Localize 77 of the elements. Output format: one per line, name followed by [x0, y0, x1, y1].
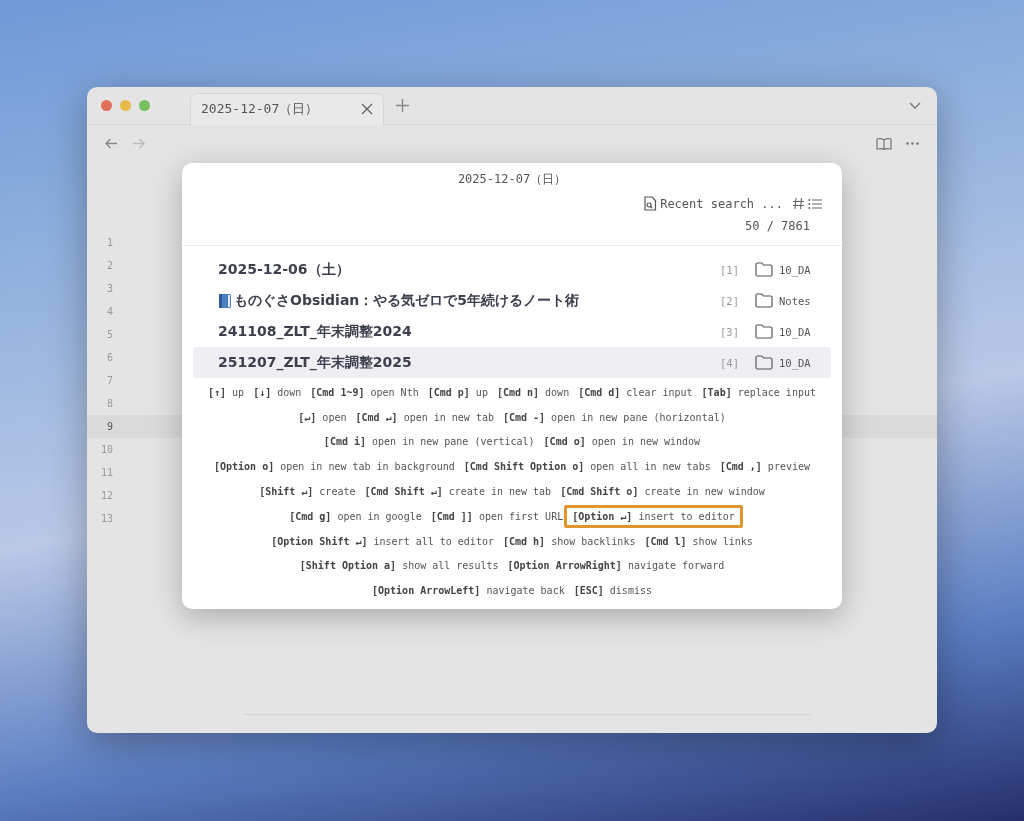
tab[interactable]: 2025-12-07（日）	[190, 92, 384, 125]
result-count: 50 / 7861	[744, 219, 810, 233]
book-icon[interactable]	[876, 136, 892, 150]
shortcut-hint: [Cmd d] clear input	[578, 386, 693, 398]
line-number: 6	[105, 352, 113, 363]
folder-name: 10_DA	[779, 356, 812, 369]
folder-name: Notes	[779, 294, 812, 307]
shortcut-hint: [Cmd o] open in new window	[543, 436, 701, 448]
zoom-window-icon[interactable]	[139, 100, 150, 111]
recent-search-label[interactable]: Recent search ...	[660, 196, 783, 211]
shortcut-hint: [Cmd p] up	[427, 386, 488, 398]
shortcut-hint: [Cmd Shift Option o] open all in new tabs	[463, 461, 711, 473]
line-number: 9	[105, 421, 113, 432]
result-item[interactable]: ものぐさObsidian：やる気ゼロで5年続けるノート術 [2] Notes	[193, 285, 831, 316]
folder-name: 10_DA	[779, 325, 812, 338]
close-icon[interactable]	[361, 103, 373, 115]
shortcut-hint: [Shift Option a] show all results	[299, 560, 499, 572]
shortcut-hint: [Option ArrowLeft] navigate back	[372, 585, 565, 597]
result-item[interactable]: 2025-12-06（土） [1] 10_DA	[193, 254, 831, 285]
plus-icon[interactable]	[396, 99, 409, 112]
tab-title: 2025-12-07（日）	[201, 100, 320, 118]
shortcut-hint: [Cmd Shift o] create in new window	[560, 486, 765, 498]
shortcut-hint: [↓] down	[253, 386, 302, 398]
result-index: [4]	[720, 356, 739, 369]
shortcut-hint: [Cmd l] show links	[644, 535, 753, 547]
shortcut-hint: [Cmd Shift ↵] create in new tab	[364, 486, 552, 498]
shortcut-hint: [Cmd ↵] open in new tab	[355, 411, 494, 423]
folder-icon	[755, 324, 773, 339]
line-number: 13	[99, 513, 113, 524]
shortcut-hint: [↵] open	[298, 411, 347, 423]
result-title: ものぐさObsidian：やる気ゼロで5年続けるノート術	[234, 291, 581, 310]
result-index: [3]	[720, 325, 739, 338]
line-number: 10	[99, 444, 113, 455]
shortcut-hint: [Tab] replace input	[701, 386, 816, 398]
hashtag-icon[interactable]	[792, 197, 805, 210]
list-icon[interactable]	[808, 197, 822, 210]
file-search-icon[interactable]	[643, 196, 658, 211]
shortcut-hint: [Option o] open in new tab in background	[214, 461, 455, 473]
shortcut-hint: [Option ArrowRight] navigate forward	[507, 560, 725, 572]
shortcut-hint: [Cmd g] open in google	[289, 510, 422, 522]
line-number: 12	[99, 490, 113, 501]
shortcut-hint: [Cmd ,] preview	[719, 461, 810, 473]
shortcut-hint: [Option ↵] insert to editor	[564, 504, 743, 528]
line-number: 1	[105, 237, 113, 248]
shortcut-hint: [Cmd h] show backlinks	[502, 535, 636, 547]
result-item[interactable]: 241108_ZLT_年末調整2024 [3] 10_DA	[193, 316, 831, 347]
back-arrow-icon[interactable]	[105, 137, 118, 149]
search-field[interactable]: 2025-12-07（日）	[457, 171, 567, 188]
folder-icon	[755, 355, 773, 370]
result-index: [2]	[720, 294, 739, 307]
chevron-down-icon[interactable]	[909, 101, 921, 110]
shortcut-hint: [Option Shift ↵] insert all to editor	[271, 535, 494, 547]
more-icon[interactable]	[906, 141, 919, 145]
result-title: 2025-12-06（土）	[218, 260, 351, 279]
shortcut-hint: [Cmd 1~9] open Nth	[310, 386, 419, 398]
folder-icon	[755, 262, 773, 277]
shortcut-hint: [Shift ↵] create	[259, 486, 356, 498]
line-number: 2	[105, 260, 113, 271]
shortcut-hint: [↑] up	[208, 386, 245, 398]
shortcut-hint: [Cmd i] open in new pane (vertical)	[323, 436, 535, 448]
shortcut-hint: [Cmd -] open in new pane (horizontal)	[502, 411, 726, 423]
line-number: 11	[99, 467, 113, 478]
shortcut-hint: [Cmd n] down	[496, 386, 570, 398]
close-window-icon[interactable]	[101, 100, 112, 111]
line-number: 4	[105, 306, 113, 317]
result-item[interactable]: 251207_ZLT_年末調整2025 [4] 10_DA	[193, 347, 831, 378]
folder-icon	[755, 293, 773, 308]
line-number: 3	[105, 283, 113, 294]
folder-name: 10_DA	[779, 263, 812, 276]
line-number: 7	[105, 375, 113, 386]
line-number: 8	[105, 398, 113, 409]
result-title: 251207_ZLT_年末調整2025	[218, 353, 413, 372]
result-title: 241108_ZLT_年末調整2024	[218, 322, 413, 341]
line-number: 5	[105, 329, 113, 340]
shortcut-hint: [Cmd ]] open first URL	[430, 510, 564, 522]
result-index: [1]	[720, 263, 739, 276]
shortcut-hint: [ESC] dismiss	[573, 585, 652, 597]
